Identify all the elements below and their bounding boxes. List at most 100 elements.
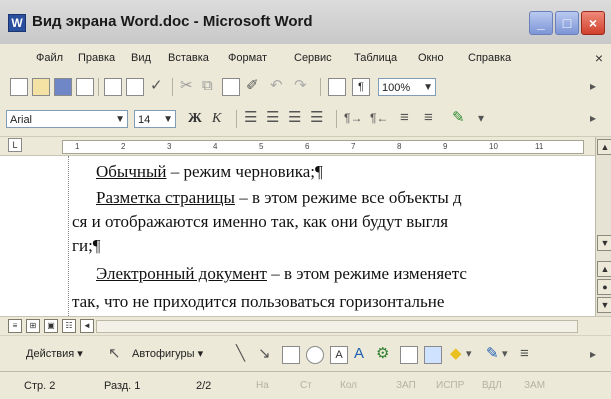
font-name-select[interactable]: Arial ▼ <box>6 110 128 128</box>
chevron-down-icon: ▼ <box>115 114 125 125</box>
align-right-icon[interactable]: ☰ <box>288 109 301 127</box>
horizontal-scrollbar[interactable]: ≡ ⊞ ▣ ☷ ◄ <box>0 316 611 335</box>
paste-icon[interactable] <box>222 78 240 96</box>
previous-page-icon[interactable]: ▲ <box>597 261 611 277</box>
normal-view-icon[interactable]: ≡ <box>8 319 22 333</box>
numbering-icon[interactable]: ≡ <box>400 109 409 127</box>
chevron-down-icon[interactable]: ▾ <box>466 345 472 363</box>
menu-view[interactable]: Вид <box>131 52 151 64</box>
fill-color-icon[interactable]: ◆ <box>450 345 462 363</box>
document-close-icon[interactable]: × <box>595 50 603 66</box>
menu-tools[interactable]: Сервис <box>294 52 332 64</box>
web-view-icon[interactable]: ⊞ <box>26 319 40 333</box>
highlight-icon[interactable]: ✎ <box>452 109 465 127</box>
menu-insert[interactable]: Вставка <box>168 52 209 64</box>
tab-selector-icon[interactable]: L <box>8 138 22 152</box>
doc-text: – в этом режиме все объекты д <box>234 188 462 207</box>
permission-icon[interactable] <box>76 78 94 96</box>
ruler-tick: 11 <box>535 142 544 151</box>
menu-format[interactable]: Формат <box>228 52 267 64</box>
outline-view-icon[interactable]: ☷ <box>62 319 76 333</box>
save-icon[interactable] <box>54 78 72 96</box>
open-folder-icon[interactable] <box>32 78 50 96</box>
status-trk[interactable]: ИСПР <box>436 380 464 391</box>
show-hide-paragraph-icon[interactable]: ¶ <box>352 78 370 96</box>
doc-line[interactable]: так, что не приходится пользоваться гори… <box>72 292 444 312</box>
arrow-icon[interactable]: ↘ <box>258 345 271 363</box>
vertical-scrollbar[interactable]: ▲ ▼ ▲ ● ▼ <box>595 137 611 317</box>
toolbar-separator <box>236 110 237 128</box>
insert-picture-icon[interactable] <box>424 346 442 364</box>
formatting-toolbar: Arial ▼ 14 ▼ Ж К ☰ ☰ ☰ ☰ ¶→ ¶← ≡ ≡ ✎ ▾ ▸ <box>0 102 611 137</box>
close-button[interactable]: × <box>581 11 605 35</box>
scroll-left-icon[interactable]: ◄ <box>80 319 94 333</box>
text-box-icon[interactable]: A <box>330 346 348 364</box>
horizontal-ruler[interactable]: L 1 2 3 4 5 6 7 8 9 10 11 <box>0 137 611 156</box>
status-ovr[interactable]: ЗАМ <box>524 380 545 391</box>
print-preview-icon[interactable] <box>126 78 144 96</box>
line-color-icon[interactable]: ✎ <box>486 345 499 363</box>
toolbar-options-icon[interactable]: ▸ <box>590 109 596 127</box>
ltr-direction-icon[interactable]: ¶→ <box>344 109 362 127</box>
bold-button[interactable]: Ж <box>188 111 202 127</box>
format-painter-icon[interactable]: ✐ <box>246 77 259 95</box>
maximize-button[interactable]: □ <box>555 11 579 35</box>
diagram-icon[interactable]: ⚙ <box>376 345 389 363</box>
word-app-icon[interactable]: W <box>8 14 26 32</box>
line-style-icon[interactable]: ≡ <box>520 345 529 363</box>
oval-icon[interactable] <box>306 346 324 364</box>
browse-object-icon[interactable]: ● <box>597 279 611 295</box>
undo-icon[interactable]: ↶ <box>270 77 283 95</box>
status-ext[interactable]: ВДЛ <box>482 380 502 391</box>
cut-icon[interactable]: ✂ <box>180 77 193 95</box>
standard-toolbar: ✓ ✂ ⧉ ✐ ↶ ↷ ¶ 100% ▼ ▸ <box>0 72 611 102</box>
ruler-track[interactable]: 1 2 3 4 5 6 7 8 9 10 11 <box>62 140 584 154</box>
justify-icon[interactable]: ☰ <box>310 109 323 127</box>
chevron-down-icon[interactable]: ▾ <box>478 109 484 127</box>
word-window: W Вид экрана Word.doc - Microsoft Word _… <box>0 0 611 399</box>
ruler-tick: 2 <box>121 142 126 151</box>
chevron-down-icon[interactable]: ▾ <box>502 345 508 363</box>
copy-icon[interactable]: ⧉ <box>202 77 213 95</box>
menu-window[interactable]: Окно <box>418 52 444 64</box>
italic-button[interactable]: К <box>212 111 221 127</box>
draw-actions-menu[interactable]: Действия ▾ <box>26 347 83 360</box>
insert-table-icon[interactable] <box>328 78 346 96</box>
scroll-down-icon[interactable]: ▼ <box>597 235 611 251</box>
select-objects-icon[interactable]: ↖ <box>108 345 121 363</box>
scroll-up-icon[interactable]: ▲ <box>597 139 611 155</box>
status-line: Ст <box>300 380 312 391</box>
toolbar-options-icon[interactable]: ▸ <box>590 77 596 95</box>
doc-line[interactable]: Обычный – режим черновика;¶ <box>96 162 323 182</box>
menu-file[interactable]: Файл <box>36 52 63 64</box>
spelling-icon[interactable]: ✓ <box>150 77 163 95</box>
document-area[interactable]: Обычный – режим черновика;¶ Разметка стр… <box>0 156 595 316</box>
doc-line[interactable]: ся и отображаются именно так, как они бу… <box>72 212 448 232</box>
clip-art-icon[interactable] <box>400 346 418 364</box>
line-icon[interactable]: ╲ <box>236 345 245 363</box>
doc-line[interactable]: ги;¶ <box>72 236 101 256</box>
bullets-icon[interactable]: ≡ <box>424 109 433 127</box>
minimize-button[interactable]: _ <box>529 11 553 35</box>
print-icon[interactable] <box>104 78 122 96</box>
hscroll-track[interactable] <box>96 320 578 333</box>
next-page-icon[interactable]: ▼ <box>597 297 611 313</box>
align-left-icon[interactable]: ☰ <box>244 109 257 127</box>
autoshapes-menu[interactable]: Автофигуры ▾ <box>132 347 203 360</box>
zoom-select[interactable]: 100% ▼ <box>378 78 436 96</box>
doc-line[interactable]: Разметка страницы – в этом режиме все об… <box>96 188 462 208</box>
doc-line[interactable]: Электронный документ – в этом режиме изм… <box>96 264 467 284</box>
new-document-icon[interactable] <box>10 78 28 96</box>
redo-icon[interactable]: ↷ <box>294 77 307 95</box>
menu-table[interactable]: Таблица <box>354 52 397 64</box>
wordart-icon[interactable]: A <box>354 345 364 363</box>
rectangle-icon[interactable] <box>282 346 300 364</box>
toolbar-options-icon[interactable]: ▸ <box>590 345 596 363</box>
align-center-icon[interactable]: ☰ <box>266 109 279 127</box>
menu-help[interactable]: Справка <box>468 52 511 64</box>
print-layout-icon[interactable]: ▣ <box>44 319 58 333</box>
rtl-direction-icon[interactable]: ¶← <box>370 109 388 127</box>
menu-edit[interactable]: Правка <box>78 52 115 64</box>
font-size-select[interactable]: 14 ▼ <box>134 110 176 128</box>
status-rec[interactable]: ЗАП <box>396 380 416 391</box>
